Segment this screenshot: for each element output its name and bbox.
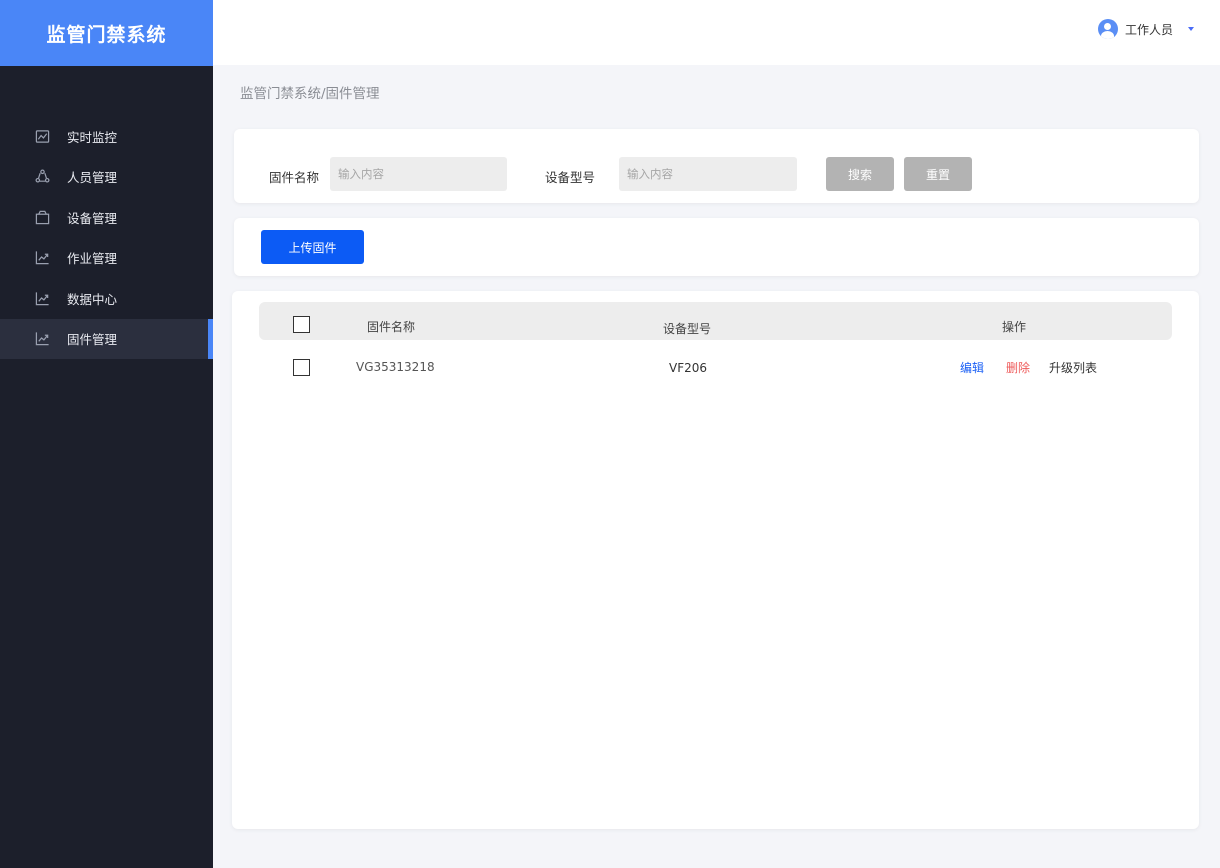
device-model-label: 设备型号 <box>545 170 596 185</box>
sidebar-item-firmware[interactable]: 固件管理 <box>0 318 213 359</box>
device-model-cell: VF206 <box>669 361 708 375</box>
sidebar: 监管门禁系统 实时监控 人员管理 设备管理 作业管理 数据中心 固件管理 <box>0 0 213 868</box>
edit-link[interactable]: 编辑 <box>960 359 984 376</box>
sidebar-item-label: 固件管理 <box>67 332 118 347</box>
column-header-device-model: 设备型号 <box>663 322 712 336</box>
sidebar-item-label: 设备管理 <box>67 210 118 226</box>
sidebar-item-label: 人员管理 <box>67 170 118 185</box>
app-title: 监管门禁系统 <box>0 0 213 66</box>
firmware-table: 固件名称 设备型号 操作 VG35313218 VF206 编辑 删除 升级列表 <box>232 291 1199 829</box>
filter-panel: 固件名称 设备型号 搜索 重置 <box>234 129 1199 203</box>
breadcrumb: 监管门禁系统/固件管理 <box>240 86 380 102</box>
reset-button[interactable]: 重置 <box>904 157 972 191</box>
user-menu[interactable]: 工作人员 <box>1097 19 1194 39</box>
firmware-name-label: 固件名称 <box>269 170 320 185</box>
firmware-name-input[interactable] <box>330 157 507 191</box>
top-header: 工作人员 <box>213 0 1220 65</box>
select-all-checkbox[interactable] <box>293 316 310 333</box>
device-model-input[interactable] <box>619 157 797 191</box>
sidebar-item-data-center[interactable]: 数据中心 <box>0 278 213 318</box>
trend-chart-icon <box>34 331 50 347</box>
sidebar-item-label: 作业管理 <box>67 251 118 266</box>
sidebar-nav: 实时监控 人员管理 设备管理 作业管理 数据中心 固件管理 <box>0 116 213 359</box>
sidebar-item-job[interactable]: 作业管理 <box>0 238 213 278</box>
trend-chart-icon <box>34 250 50 266</box>
firmware-name-cell: VG35313218 <box>356 360 435 374</box>
delete-link[interactable]: 删除 <box>1006 359 1030 376</box>
sidebar-item-label: 数据中心 <box>67 291 118 307</box>
table-header: 固件名称 设备型号 操作 <box>259 302 1172 340</box>
row-checkbox[interactable] <box>293 359 310 376</box>
monitor-chart-icon <box>34 128 50 144</box>
people-cycle-icon <box>34 169 50 185</box>
upgrade-list-link[interactable]: 升级列表 <box>1049 359 1097 376</box>
sidebar-item-label: 实时监控 <box>67 129 118 145</box>
chevron-down-icon[interactable] <box>1188 27 1194 31</box>
sidebar-item-device[interactable]: 设备管理 <box>0 197 213 237</box>
search-button[interactable]: 搜索 <box>826 157 894 191</box>
box-icon <box>34 209 50 225</box>
column-header-actions: 操作 <box>1002 320 1027 334</box>
sidebar-item-realtime-monitor[interactable]: 实时监控 <box>0 116 213 156</box>
upload-firmware-button[interactable]: 上传固件 <box>261 230 364 264</box>
sidebar-item-personnel[interactable]: 人员管理 <box>0 157 213 197</box>
action-panel: 上传固件 <box>234 218 1199 276</box>
user-name: 工作人员 <box>1124 22 1173 37</box>
column-header-firmware-name: 固件名称 <box>367 320 416 334</box>
trend-chart-icon <box>34 290 50 306</box>
user-avatar-icon <box>1097 19 1118 39</box>
